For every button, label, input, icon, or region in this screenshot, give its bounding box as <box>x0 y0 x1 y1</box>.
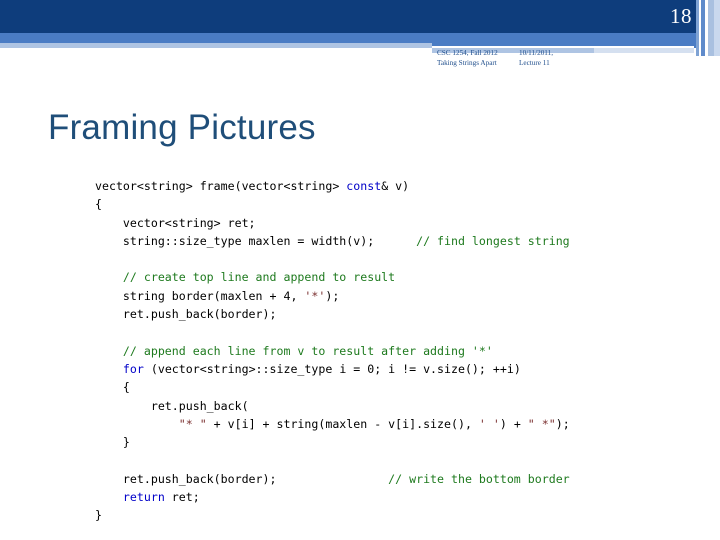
code-token-pl: vector<string> ret; <box>95 215 256 230</box>
code-token-cmt: // write the bottom border <box>388 471 570 486</box>
code-token-pl: ) + <box>499 416 528 431</box>
code-token-pl: } <box>95 508 102 523</box>
code-line: vector<string> frame(vector<string> cons… <box>95 177 570 195</box>
code-line: { <box>95 195 570 213</box>
code-line: ret.push_back(border); // write the bott… <box>95 470 570 488</box>
code-token-pl: (vector<string>::size_type i = 0; i != v… <box>143 361 521 376</box>
code-token-pl: ret.push_back( <box>95 398 249 413</box>
meta-topic: Taking Strings Apart <box>437 58 497 67</box>
slide-header-meta: CSC 1254, Fall 2012 Taking Strings Apart… <box>437 49 629 68</box>
code-line: for (vector<string>::size_type i = 0; i … <box>95 360 570 378</box>
slide-banner <box>0 0 720 56</box>
banner-medium-bar <box>0 33 720 43</box>
code-token-kw: return <box>122 490 165 505</box>
code-token-pl: string::size_type maxlen = width(v); <box>95 233 417 248</box>
code-token-pl: { <box>95 380 130 395</box>
code-token-pl: ret; <box>164 490 200 505</box>
code-token-str: '*' <box>304 288 326 303</box>
code-token-pl: ret.push_back(border); <box>95 307 277 322</box>
code-line: ret.push_back(border); <box>95 305 570 323</box>
code-token-str: " *" <box>527 416 556 431</box>
banner-light-left-bar <box>0 43 432 48</box>
code-block: vector<string> frame(vector<string> cons… <box>95 177 570 525</box>
code-line: ret.push_back( <box>95 397 570 415</box>
code-line: return ret; <box>95 488 570 506</box>
code-token-cmt: // append each line from v to result aft… <box>122 343 493 358</box>
code-token-pl: ); <box>555 416 570 431</box>
code-token-pl: } <box>95 435 130 450</box>
code-token-pl: & v) <box>381 179 410 193</box>
code-token-cmt: // create top line and append to result <box>122 270 396 285</box>
code-token-pl: ); <box>325 288 340 303</box>
page-title: Framing Pictures <box>48 108 316 147</box>
slide-number: 18 <box>670 4 692 28</box>
code-token-kw: const <box>346 179 382 193</box>
code-token-pl: + v[i] + string(maxlen - v[i].size(), <box>206 416 479 431</box>
code-line: { <box>95 378 570 396</box>
meta-lecture: Lecture 11 <box>519 58 550 67</box>
code-line: } <box>95 433 570 451</box>
code-line: string::size_type maxlen = width(v); // … <box>95 232 570 250</box>
meta-column-course: CSC 1254, Fall 2012 Taking Strings Apart <box>437 49 519 68</box>
code-line: vector<string> ret; <box>95 214 570 232</box>
banner-vertical-stripe-6 <box>714 0 720 56</box>
meta-date: 10/11/2011, <box>519 49 554 57</box>
code-token-cmt: // find longest string <box>416 233 570 248</box>
code-line: string border(maxlen + 4, '*'); <box>95 287 570 305</box>
code-token-pl: { <box>95 197 102 212</box>
code-token-str: ' ' <box>478 416 500 431</box>
banner-navy-bar <box>0 0 720 33</box>
meta-column-date: 10/11/2011, Lecture 11 <box>519 49 629 68</box>
code-token-pl: vector<string> frame(vector<string> <box>95 179 347 193</box>
code-line: } <box>95 506 570 524</box>
code-token-str: "* " <box>178 416 207 431</box>
code-token-pl: ret.push_back(border); <box>95 471 389 486</box>
code-line: // append each line from v to result aft… <box>95 342 570 360</box>
meta-course: CSC 1254, Fall 2012 <box>437 49 498 57</box>
code-line: // create top line and append to result <box>95 268 570 286</box>
code-token-pl: string border(maxlen + 4, <box>95 288 305 303</box>
code-token-kw: for <box>122 361 144 376</box>
code-line: "* " + v[i] + string(maxlen - v[i].size(… <box>95 415 570 433</box>
